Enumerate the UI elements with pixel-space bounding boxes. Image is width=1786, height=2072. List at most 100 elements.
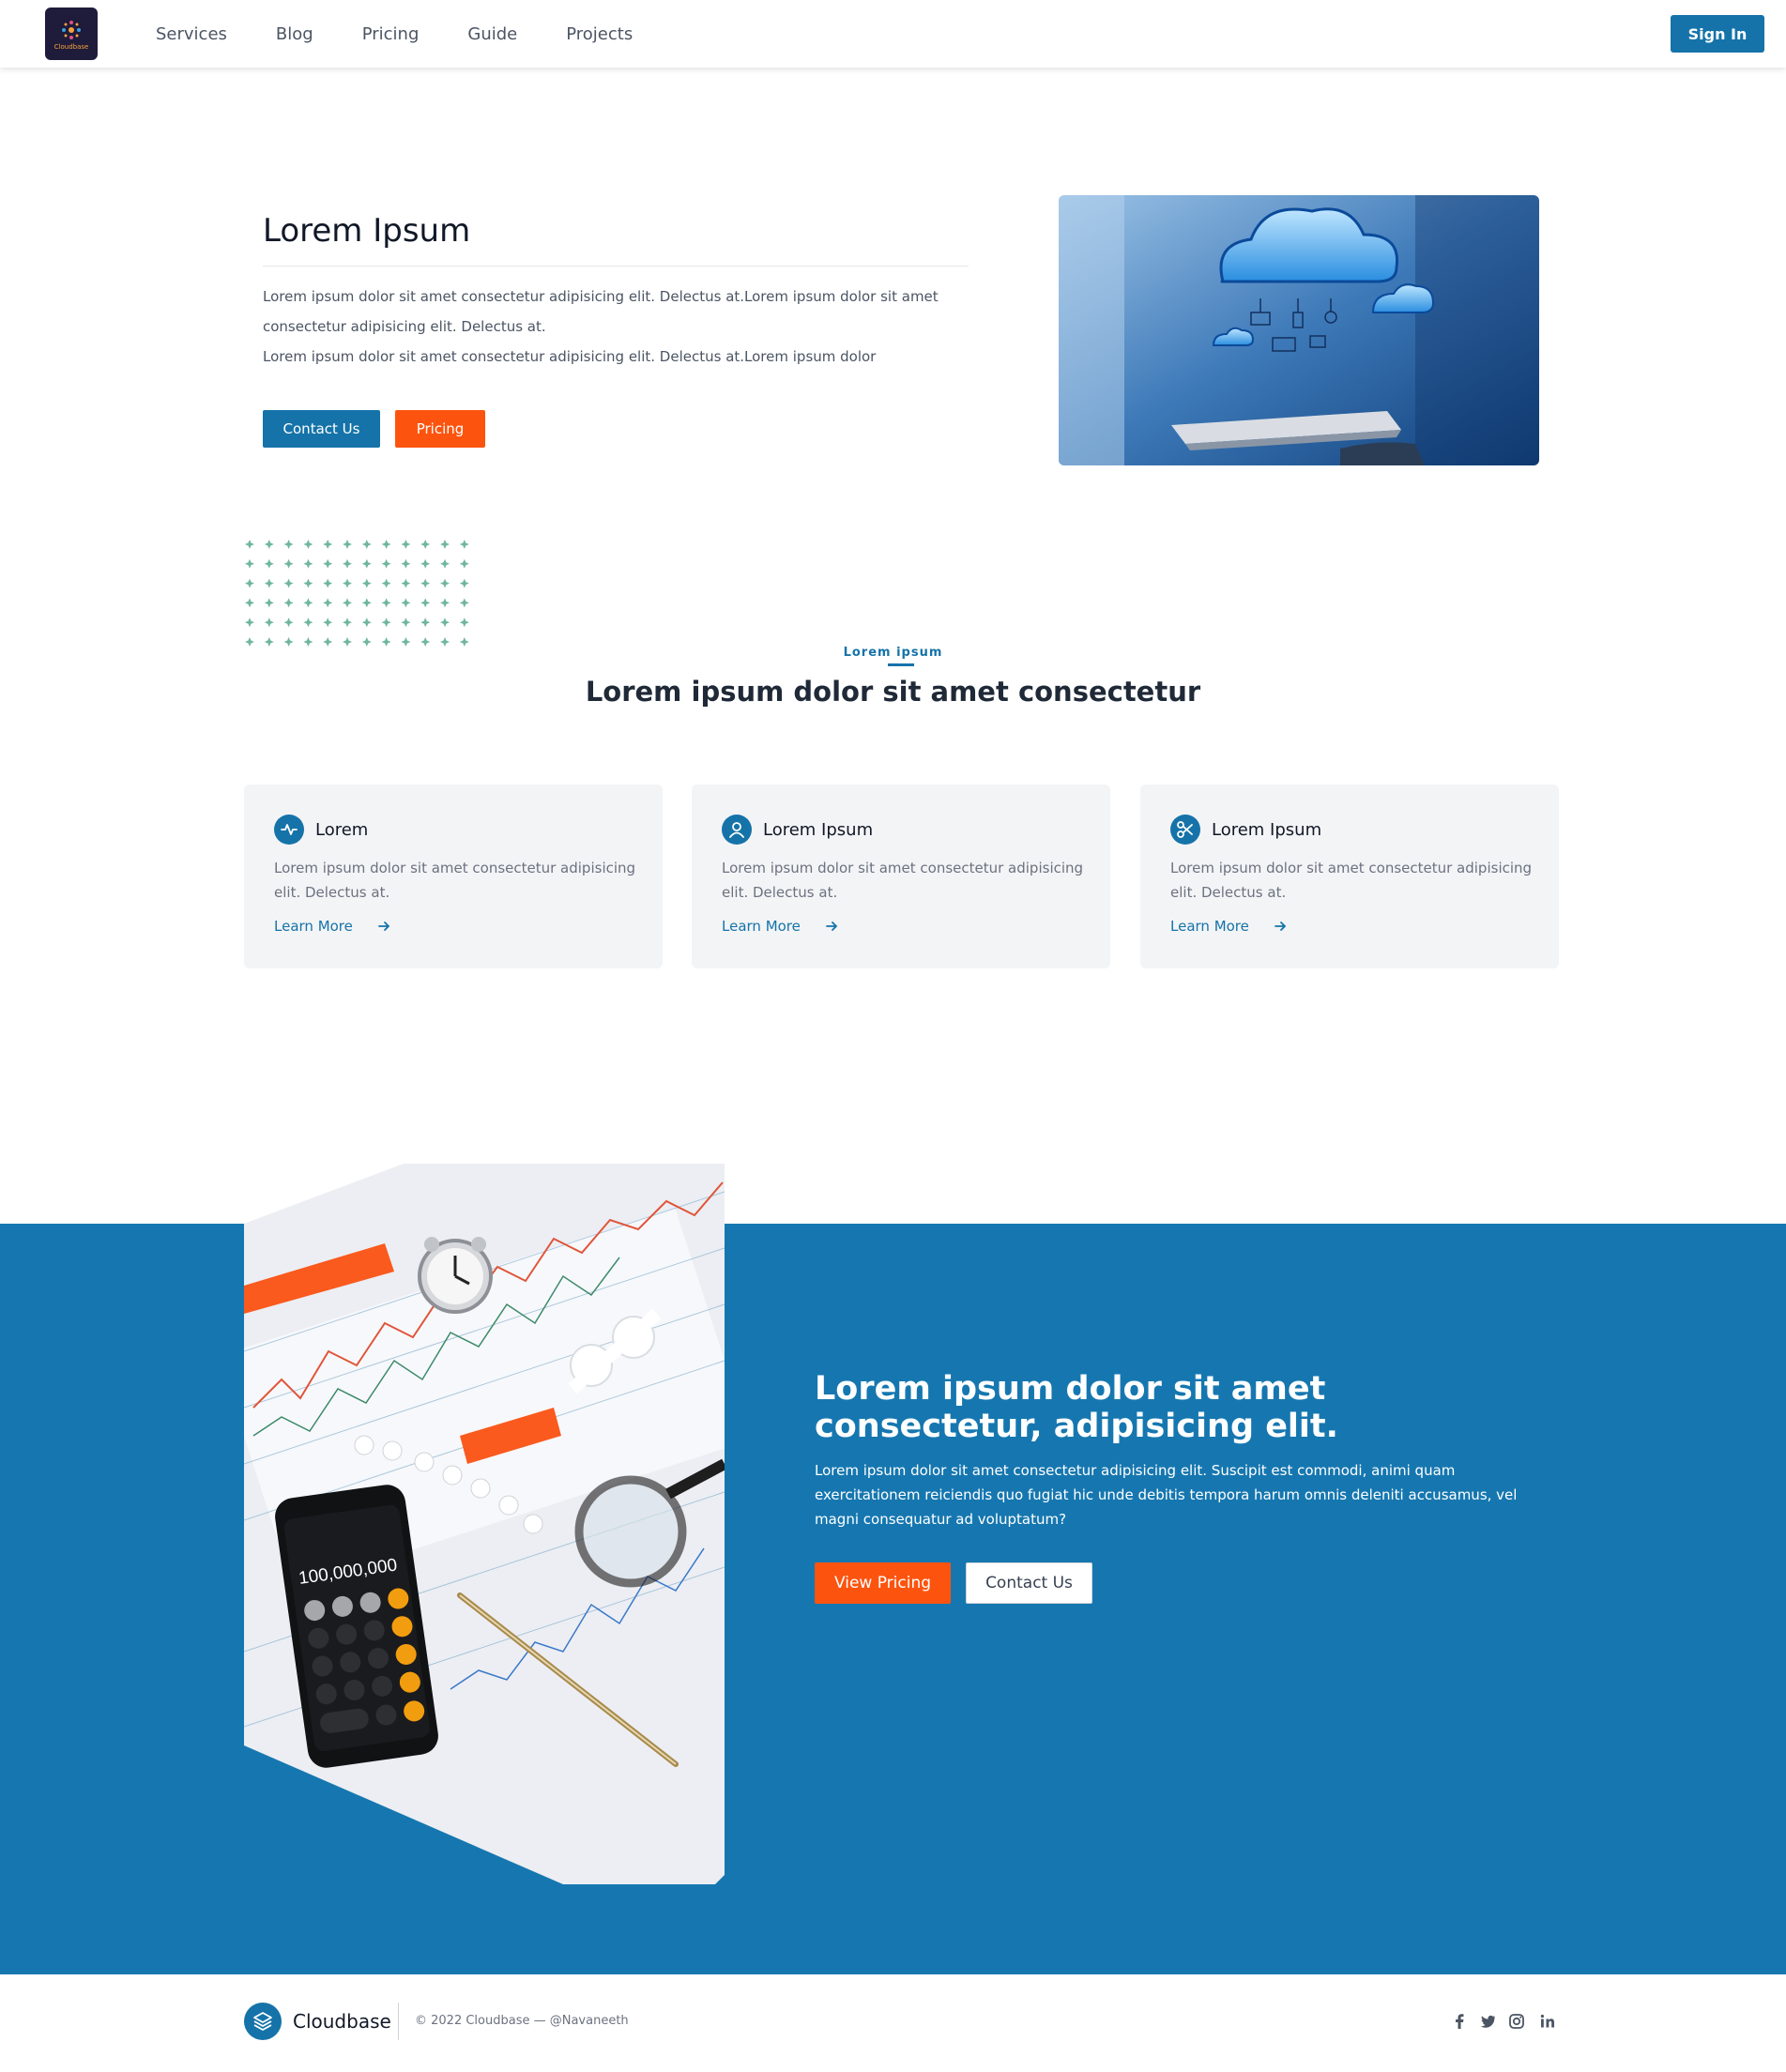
decorative-dot xyxy=(459,578,469,588)
feature-card-title: Lorem Ipsum xyxy=(1212,820,1322,840)
decorative-dot xyxy=(420,578,431,588)
decorative-dot xyxy=(323,540,333,549)
feature-card-text: Lorem ipsum dolor sit amet consectetur a… xyxy=(1170,860,1533,901)
decorative-dot xyxy=(343,558,352,569)
decorative-dot xyxy=(303,540,313,549)
decorative-dot xyxy=(440,578,450,588)
decorative-dot xyxy=(303,617,313,628)
nav-link-blog[interactable]: Blog xyxy=(276,24,313,44)
decorative-dot xyxy=(283,598,294,608)
hero-line-1: Lorem ipsum dolor sit amet consectetur a… xyxy=(263,288,939,305)
nav-link-projects[interactable]: Projects xyxy=(566,24,633,44)
eyebrow-underline xyxy=(888,663,914,666)
decorative-dot xyxy=(381,617,391,628)
hero-line-3: Lorem ipsum dolor sit amet consectetur a… xyxy=(263,348,877,365)
decorative-dot xyxy=(440,598,450,608)
decorative-dot xyxy=(381,540,391,549)
nav-link-services[interactable]: Services xyxy=(156,24,227,44)
decorative-dot xyxy=(245,598,254,608)
decorative-dot xyxy=(401,598,411,608)
decorative-dot xyxy=(440,558,450,569)
decorative-dot xyxy=(361,617,372,628)
linkedin-icon[interactable] xyxy=(1538,2012,1557,2031)
cta-contact-button[interactable]: Contact Us xyxy=(966,1562,1092,1604)
scissors-icon xyxy=(1170,815,1200,845)
decorative-dot xyxy=(303,558,313,569)
decorative-dot xyxy=(245,617,254,628)
twitter-icon[interactable] xyxy=(1478,2012,1497,2031)
layers-icon[interactable] xyxy=(244,2003,282,2040)
hero-pricing-button[interactable]: Pricing xyxy=(395,410,485,448)
arrow-right-icon xyxy=(826,922,838,931)
decorative-dot xyxy=(264,540,274,549)
decorative-dot xyxy=(343,598,352,608)
user-icon xyxy=(722,815,752,845)
decorative-dot xyxy=(245,540,254,549)
logo-text: Cloudbase xyxy=(53,43,89,51)
decorative-dot xyxy=(420,558,431,569)
decorative-dot xyxy=(303,578,313,588)
decorative-dot xyxy=(303,598,313,608)
decorative-dot xyxy=(459,558,469,569)
footer-copyright: © 2022 Cloudbase — @Navaneeth xyxy=(415,2014,629,2028)
decorative-dot xyxy=(245,558,254,569)
feature-card: Lorem Ipsum Lorem ipsum dolor sit amet c… xyxy=(692,785,1110,968)
decorative-dot xyxy=(343,540,352,549)
decorative-dot xyxy=(264,558,274,569)
hero-title: Lorem Ipsum xyxy=(263,212,471,250)
sign-in-button[interactable]: Sign In xyxy=(1671,15,1764,53)
nav-link-pricing[interactable]: Pricing xyxy=(362,24,420,44)
footer-brand: Cloudbase xyxy=(293,2010,391,2033)
decorative-dot xyxy=(381,558,391,569)
decorative-dot xyxy=(323,598,333,608)
nav-links: Services Blog Pricing Guide Projects xyxy=(131,0,657,68)
arrow-right-icon xyxy=(378,922,390,931)
view-pricing-button[interactable]: View Pricing xyxy=(815,1562,951,1604)
decorative-dot xyxy=(381,578,391,588)
logo-mark-icon xyxy=(62,21,81,39)
learn-more-link[interactable]: Learn More xyxy=(1170,918,1249,935)
decorative-dot xyxy=(459,540,469,549)
facebook-icon[interactable] xyxy=(1450,2012,1469,2031)
decorative-dot xyxy=(361,598,372,608)
decorative-dot xyxy=(440,540,450,549)
decorative-dot xyxy=(401,617,411,628)
top-navbar: Cloudbase Services Blog Pricing Guide Pr… xyxy=(0,0,1786,68)
decorative-dot xyxy=(264,578,274,588)
decorative-dot xyxy=(323,617,333,628)
decorative-dot xyxy=(401,578,411,588)
decorative-dot xyxy=(323,558,333,569)
decorative-dot xyxy=(401,540,411,549)
decorative-dot xyxy=(420,617,431,628)
decorative-dot xyxy=(440,617,450,628)
section-title: Lorem ipsum dolor sit amet consectetur xyxy=(585,676,1201,708)
decorative-dot xyxy=(361,540,372,549)
decorative-dot xyxy=(361,578,372,588)
learn-more-link[interactable]: Learn More xyxy=(274,918,353,935)
footer: Cloudbase © 2022 Cloudbase — @Navaneeth xyxy=(0,1974,1786,2072)
decorative-dot xyxy=(323,578,333,588)
decorative-dot xyxy=(343,578,352,588)
feature-card-text: Lorem ipsum dolor sit amet consectetur a… xyxy=(722,860,1084,901)
decorative-dot xyxy=(264,617,274,628)
decorative-dot xyxy=(420,598,431,608)
instagram-icon[interactable] xyxy=(1507,2012,1526,2031)
nav-link-guide[interactable]: Guide xyxy=(467,24,517,44)
decorative-dot xyxy=(361,558,372,569)
decorative-dot xyxy=(283,617,294,628)
hero-divider xyxy=(263,266,969,267)
decorative-dot xyxy=(245,578,254,588)
feature-card: Lorem Lorem ipsum dolor sit amet consect… xyxy=(244,785,663,968)
brand-logo[interactable]: Cloudbase xyxy=(45,8,98,60)
learn-more-link[interactable]: Learn More xyxy=(722,918,801,935)
decorative-dot xyxy=(343,617,352,628)
hero-cloud-image xyxy=(1059,195,1539,465)
decorative-dot xyxy=(283,558,294,569)
decorative-dot xyxy=(283,578,294,588)
hero-description: Lorem ipsum dolor sit amet consectetur a… xyxy=(263,282,939,372)
decorative-dot xyxy=(264,598,274,608)
decorative-dot xyxy=(420,540,431,549)
finance-photo: 100,000,000 xyxy=(244,1164,725,1884)
hero-contact-button[interactable]: Contact Us xyxy=(263,410,380,448)
cta-description: Lorem ipsum dolor sit amet consectetur a… xyxy=(815,1462,1518,1528)
